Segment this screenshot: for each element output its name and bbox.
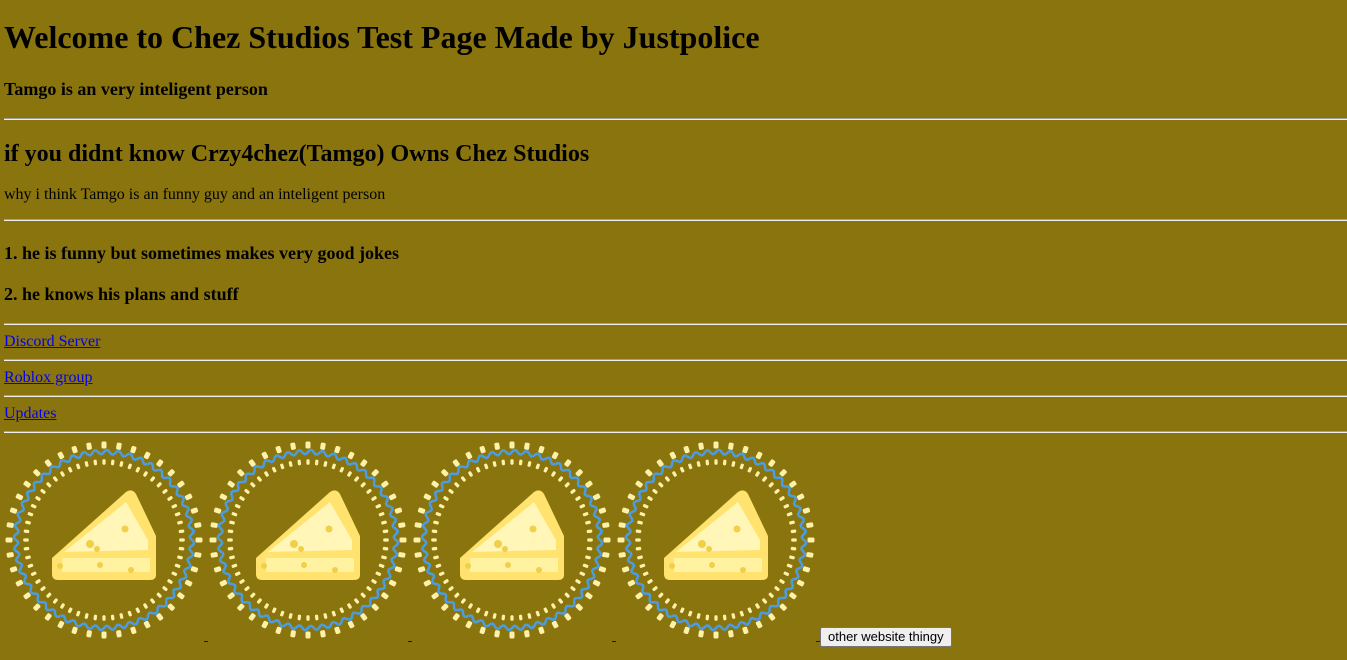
owner-heading: if you didnt know Crzy4chez(Tamgo) Owns … [4,141,590,167]
cheese-logo-icon [617,441,815,639]
cheese-image-link[interactable] [412,440,612,640]
divider [4,323,1347,325]
cheese-logo-icon [413,441,611,639]
other-website-button[interactable]: other website thingy [820,627,952,647]
cheese-image-link[interactable] [4,440,204,640]
updates-link[interactable]: Updates [4,405,56,423]
link-underline [408,641,412,642]
discord-server-link[interactable]: Discord Server [4,333,100,351]
why-text: why i think Tamgo is an funny guy and an… [4,186,386,203]
roblox-group-link[interactable]: Roblox group [4,369,92,387]
divider [4,395,1347,397]
divider [4,219,1347,221]
cheese-image-link[interactable] [208,440,408,640]
link-underline [612,641,616,642]
page-title: Welcome to Chez Studios Test Page Made b… [4,19,760,55]
cheese-image-link[interactable] [616,440,816,640]
cheese-logo-icon [5,441,203,639]
reason-item-1: 1. he is funny but sometimes makes very … [4,243,400,263]
link-underline [204,641,208,642]
cheese-logo-icon [209,441,407,639]
divider [4,431,1347,433]
divider [4,359,1347,361]
page: Welcome to Chez Studios Test Page Made b… [0,0,1347,660]
subheading: Tamgo is an very inteligent person [4,79,268,99]
reason-item-2: 2. he knows his plans and stuff [4,284,239,304]
divider [4,118,1347,120]
